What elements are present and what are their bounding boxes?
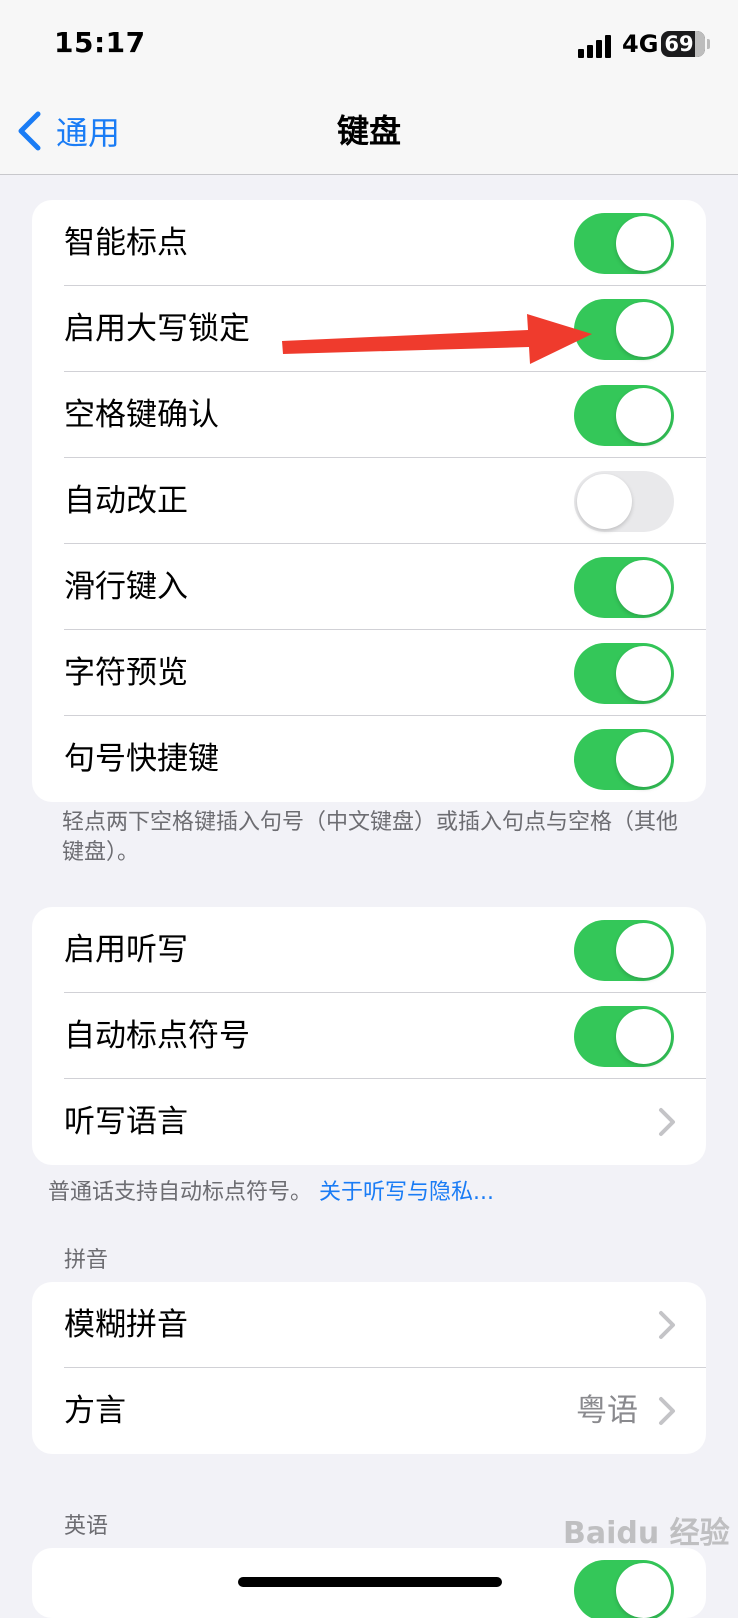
english-first-toggle[interactable]: [574, 1560, 674, 1618]
setting-label: 启用大写锁定: [64, 311, 250, 347]
setting-label: 空格键确认: [64, 397, 219, 433]
baidu-watermark: Baidu 经验: [563, 1516, 730, 1551]
space-confirm-toggle[interactable]: [574, 385, 674, 446]
setting-label: 自动标点符号: [64, 1018, 250, 1054]
dictation-footnote: 普通话支持自动标点符号。 关于听写与隐私...: [48, 1178, 668, 1208]
pinyin-section-header: 拼音: [64, 1248, 109, 1273]
setting-row-space-confirm: 空格键确认: [32, 372, 706, 458]
setting-row-auto-correction: 自动改正: [32, 458, 706, 544]
enable-dictation-toggle[interactable]: [574, 920, 674, 981]
setting-label: 模糊拼音: [64, 1307, 188, 1343]
setting-label: 滑行键入: [64, 569, 188, 605]
auto-correction-toggle[interactable]: [574, 471, 674, 532]
setting-label: 智能标点: [64, 225, 188, 261]
setting-row-smart-punctuation: 智能标点: [32, 200, 706, 286]
slide-to-type-toggle[interactable]: [574, 557, 674, 618]
status-bar: 15:17 4G 69: [0, 0, 738, 90]
caps-lock-toggle[interactable]: [574, 299, 674, 360]
dictation-footnote-text: 普通话支持自动标点符号。: [48, 1180, 313, 1205]
smart-punctuation-toggle[interactable]: [574, 213, 674, 274]
setting-label: 句号快捷键: [64, 741, 219, 777]
setting-row-character-preview: 字符预览: [32, 630, 706, 716]
status-time: 15:17: [54, 26, 146, 59]
chevron-right-icon: [659, 1108, 675, 1136]
dialect-value: 粤语: [576, 1393, 638, 1429]
navigation-bar: 通用 键盘: [0, 90, 738, 175]
fuzzy-pinyin-row[interactable]: 模糊拼音: [32, 1282, 706, 1368]
setting-label: 方言: [64, 1393, 126, 1429]
auto-punctuation-toggle[interactable]: [574, 1006, 674, 1067]
cellular-signal-icon: [578, 34, 614, 58]
chevron-right-icon: [659, 1397, 675, 1425]
home-indicator[interactable]: [238, 1577, 502, 1587]
pinyin-group: 模糊拼音 方言 粤语: [32, 1282, 706, 1454]
setting-label: 听写语言: [64, 1104, 188, 1140]
dictation-privacy-link[interactable]: 关于听写与隐私...: [319, 1180, 494, 1205]
battery-icon: 69: [661, 31, 705, 57]
page-title: 键盘: [336, 112, 401, 150]
battery-percent: 69: [664, 32, 694, 56]
english-section-header: 英语: [64, 1514, 109, 1539]
setting-row-period-shortcut: 句号快捷键: [32, 716, 706, 802]
setting-label: 字符预览: [64, 655, 188, 691]
battery-tip: [707, 39, 710, 49]
setting-row-auto-punctuation: 自动标点符号: [32, 993, 706, 1079]
dictation-group: 启用听写 自动标点符号 听写语言: [32, 907, 706, 1165]
setting-row-enable-dictation: 启用听写: [32, 907, 706, 993]
character-preview-toggle[interactable]: [574, 643, 674, 704]
setting-label: 自动改正: [64, 483, 188, 519]
setting-row-slide-to-type: 滑行键入: [32, 544, 706, 630]
period-shortcut-toggle[interactable]: [574, 729, 674, 790]
dictation-languages-row[interactable]: 听写语言: [32, 1079, 706, 1165]
setting-row-caps-lock: 启用大写锁定: [32, 286, 706, 372]
chevron-right-icon: [659, 1311, 675, 1339]
setting-label: 启用听写: [64, 932, 188, 968]
period-shortcut-footnote: 轻点两下空格键插入句号（中文键盘）或插入句点与空格（其他键盘）。: [62, 810, 679, 865]
network-type: 4G: [622, 30, 659, 58]
dialect-row[interactable]: 方言 粤语: [32, 1368, 706, 1454]
keyboard-options-group: 智能标点 启用大写锁定 空格键确认 自动改正 滑行键入 字符预览 句号快捷键: [32, 200, 706, 802]
